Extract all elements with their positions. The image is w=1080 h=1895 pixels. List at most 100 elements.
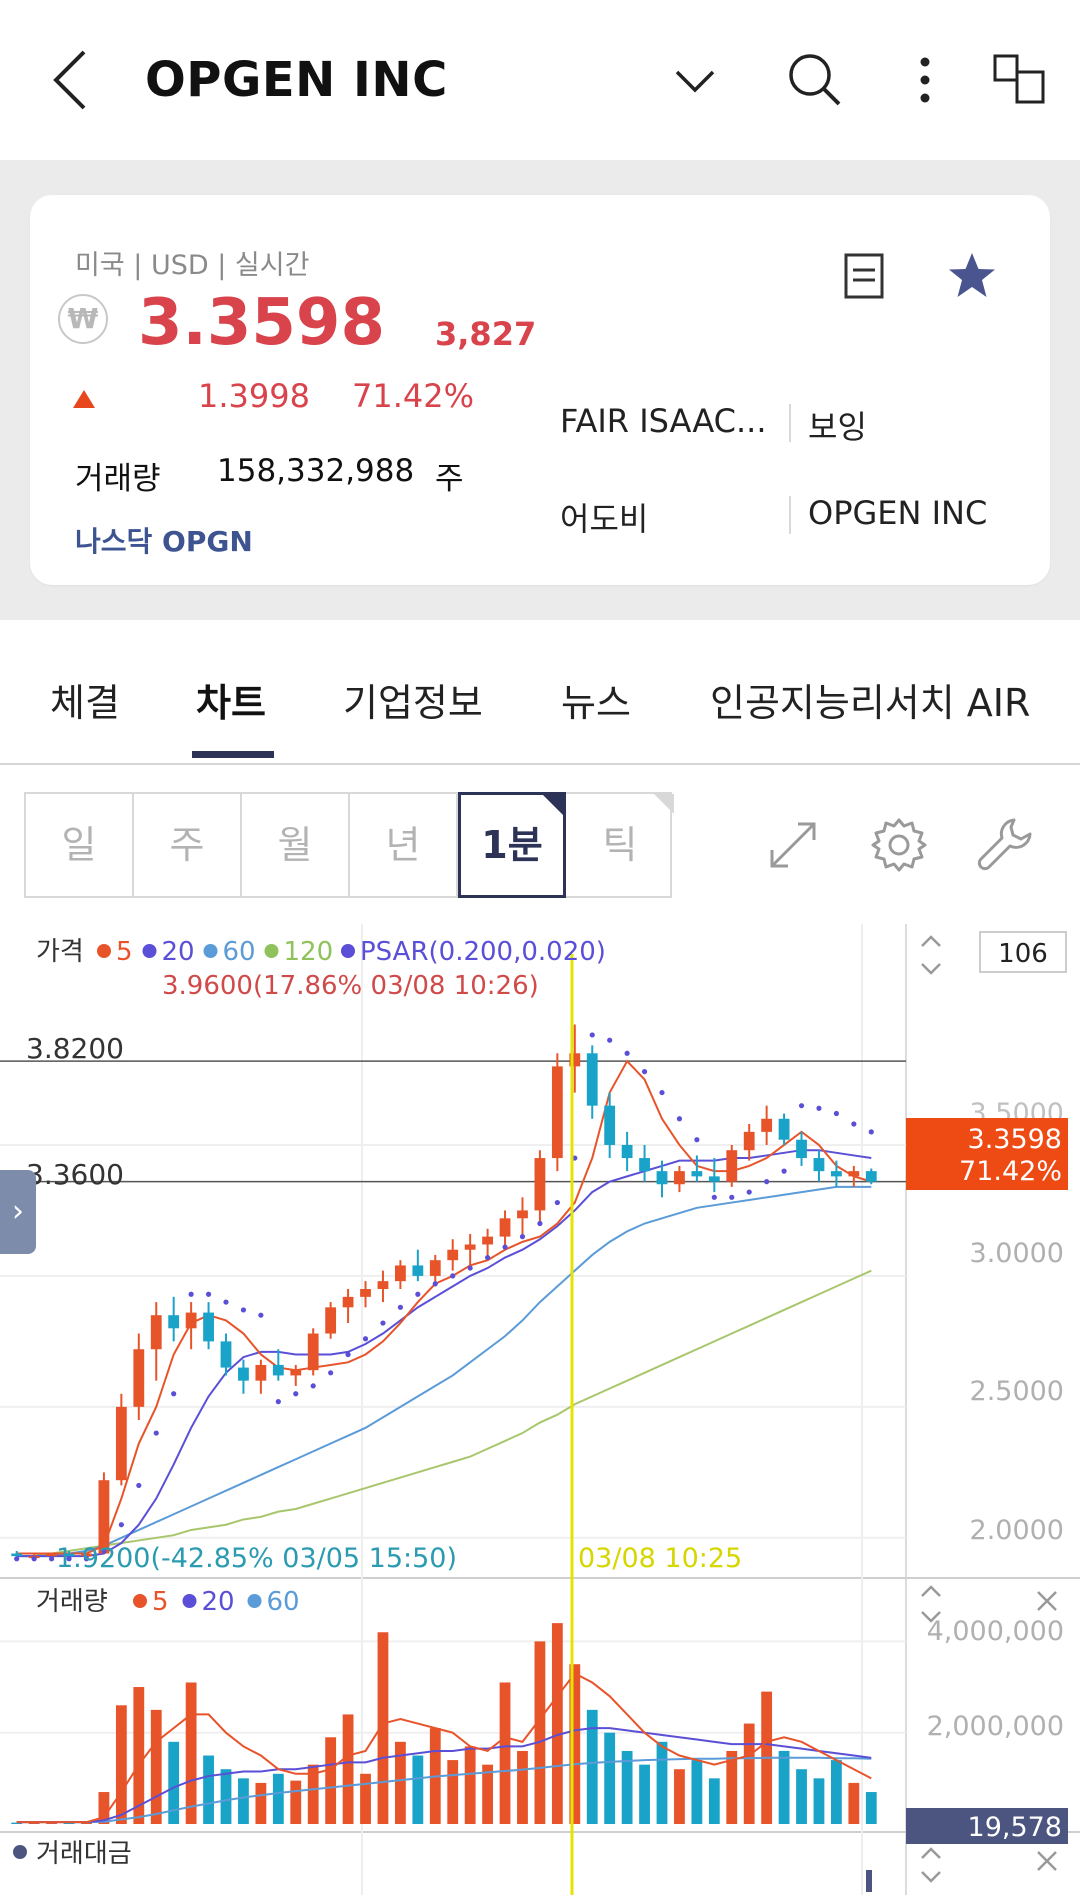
active-tab-indicator: [192, 751, 274, 758]
psar-dot: [711, 1194, 717, 1200]
document-icon[interactable]: [838, 250, 890, 302]
hline-label: 3.3600: [26, 1158, 124, 1191]
legend-label: 60: [223, 937, 256, 967]
period-1min-button[interactable]: 1분: [458, 792, 566, 898]
period-month-button[interactable]: 월: [242, 794, 350, 896]
psar-dot: [49, 1556, 55, 1562]
candle-body: [674, 1171, 685, 1185]
psar-dot: [240, 1307, 247, 1313]
psar-dot: [537, 1220, 543, 1227]
candle-body: [11, 1553, 23, 1557]
volume-bar: [290, 1780, 302, 1824]
stock-title: OPGEN INC: [145, 52, 448, 108]
volume-value: 158,332,988: [217, 453, 415, 489]
period-tick-button[interactable]: 틱: [566, 794, 674, 896]
volume-bar: [534, 1641, 546, 1824]
related-stock-opgen[interactable]: OPGEN INC: [808, 494, 987, 532]
volume-bar: [674, 1769, 685, 1824]
related-stock-adobe[interactable]: 어도비: [560, 494, 648, 540]
candle-body: [586, 1053, 598, 1106]
candle-body: [778, 1118, 790, 1140]
tab-news[interactable]: 뉴스: [561, 672, 631, 727]
exchange-ticker[interactable]: 나스닥 OPGN: [75, 520, 253, 560]
volume-bar: [517, 1750, 528, 1824]
volume-bar: [185, 1682, 197, 1824]
volume-bar: [220, 1769, 232, 1824]
volume-bar: [691, 1760, 703, 1824]
current-price-tag-pct: 71.42%: [959, 1156, 1062, 1187]
candle-body: [377, 1281, 389, 1289]
candle-body: [325, 1307, 337, 1334]
search-icon[interactable]: [785, 50, 845, 110]
related-stock-boeing[interactable]: 보잉: [808, 402, 867, 448]
candle-body: [150, 1315, 162, 1350]
psar-dot: [345, 1351, 351, 1358]
psar-dot: [485, 1254, 491, 1261]
psar-dot: [746, 1189, 752, 1195]
period-selector: 일 주 월 년 1분 틱: [24, 792, 674, 898]
volume-bar: [796, 1769, 807, 1824]
psar-dot: [380, 1320, 386, 1326]
up-arrow-icon: [73, 390, 95, 408]
legend-dot: [133, 1594, 147, 1608]
volume-panel-label: 거래량: [36, 1587, 108, 1617]
psar-dot: [467, 1265, 473, 1271]
legend-label: 5: [152, 1587, 169, 1617]
psar-dot: [502, 1244, 508, 1250]
window-switch-icon[interactable]: [990, 50, 1050, 110]
candle-body: [848, 1171, 860, 1177]
psar-dot: [554, 1199, 560, 1206]
volume-bar: [203, 1755, 214, 1824]
app-header: OPGEN INC: [0, 0, 1080, 160]
stock-chart[interactable]: 가격 5 20 60 120 PSAR(0.200,0.020) 3.9600(17.8…: [0, 924, 1080, 1895]
volume-bar: [778, 1750, 790, 1824]
candle-body: [290, 1370, 302, 1376]
period-year-button[interactable]: 년: [350, 794, 458, 896]
legend-label: 20: [202, 1587, 235, 1617]
more-vertical-icon[interactable]: [895, 50, 955, 110]
wrench-icon[interactable]: [974, 814, 1036, 876]
high-marker-label: 3.9600(17.86% 03/08 10:26): [162, 971, 539, 1001]
bar-count-control[interactable]: 106: [979, 931, 1067, 973]
corner-marker: [543, 795, 563, 815]
candle-body: [551, 1066, 563, 1159]
currency-won-icon[interactable]: ₩: [58, 294, 108, 344]
candle-body: [813, 1158, 825, 1172]
candle-body: [499, 1218, 511, 1237]
psar-dot: [328, 1370, 334, 1376]
psar-dot: [851, 1121, 857, 1127]
tab-company-info[interactable]: 기업정보: [343, 672, 483, 727]
volume-bar: [848, 1782, 860, 1824]
psar-dot: [293, 1391, 299, 1397]
period-week-button[interactable]: 주: [134, 794, 242, 896]
period-1min-label: 1분: [481, 823, 543, 867]
volume-bar: [115, 1705, 127, 1824]
volume-bar: [708, 1778, 720, 1824]
expand-icon[interactable]: [762, 814, 824, 876]
candle-body: [133, 1349, 145, 1407]
market-info: 미국 | USD | 실시간: [75, 250, 310, 281]
psar-dot: [624, 1050, 630, 1056]
legend-dot: [97, 944, 111, 958]
settings-gear-icon[interactable]: [868, 814, 930, 876]
candle-body: [708, 1176, 720, 1182]
tab-ai-research[interactable]: 인공지능리서치 AIR: [710, 672, 1030, 727]
period-day-button[interactable]: 일: [26, 794, 134, 896]
volume-bar: [743, 1723, 755, 1824]
price-change-percent: 71.42%: [352, 377, 475, 415]
side-panel-toggle[interactable]: ›: [0, 1170, 36, 1254]
legend-label: 20: [162, 937, 195, 967]
candle-body: [761, 1118, 773, 1132]
legend-dot: [203, 944, 218, 958]
back-arrow-icon[interactable]: [50, 48, 90, 112]
psar-dot: [607, 1037, 613, 1043]
chevron-down-icon[interactable]: [665, 50, 725, 110]
psar-dot: [205, 1291, 212, 1297]
candle-body: [342, 1296, 354, 1308]
tab-chart[interactable]: 차트: [196, 672, 266, 727]
chart-area[interactable]: 가격 5 20 60 120 PSAR(0.200,0.020) 3.9600(17.8…: [0, 924, 1080, 1895]
favorite-star-icon[interactable]: [946, 250, 998, 302]
related-stock-fair-isaac[interactable]: FAIR ISAAC...: [560, 402, 767, 440]
tab-trades[interactable]: 체결: [50, 672, 120, 727]
candle-body: [203, 1312, 214, 1342]
